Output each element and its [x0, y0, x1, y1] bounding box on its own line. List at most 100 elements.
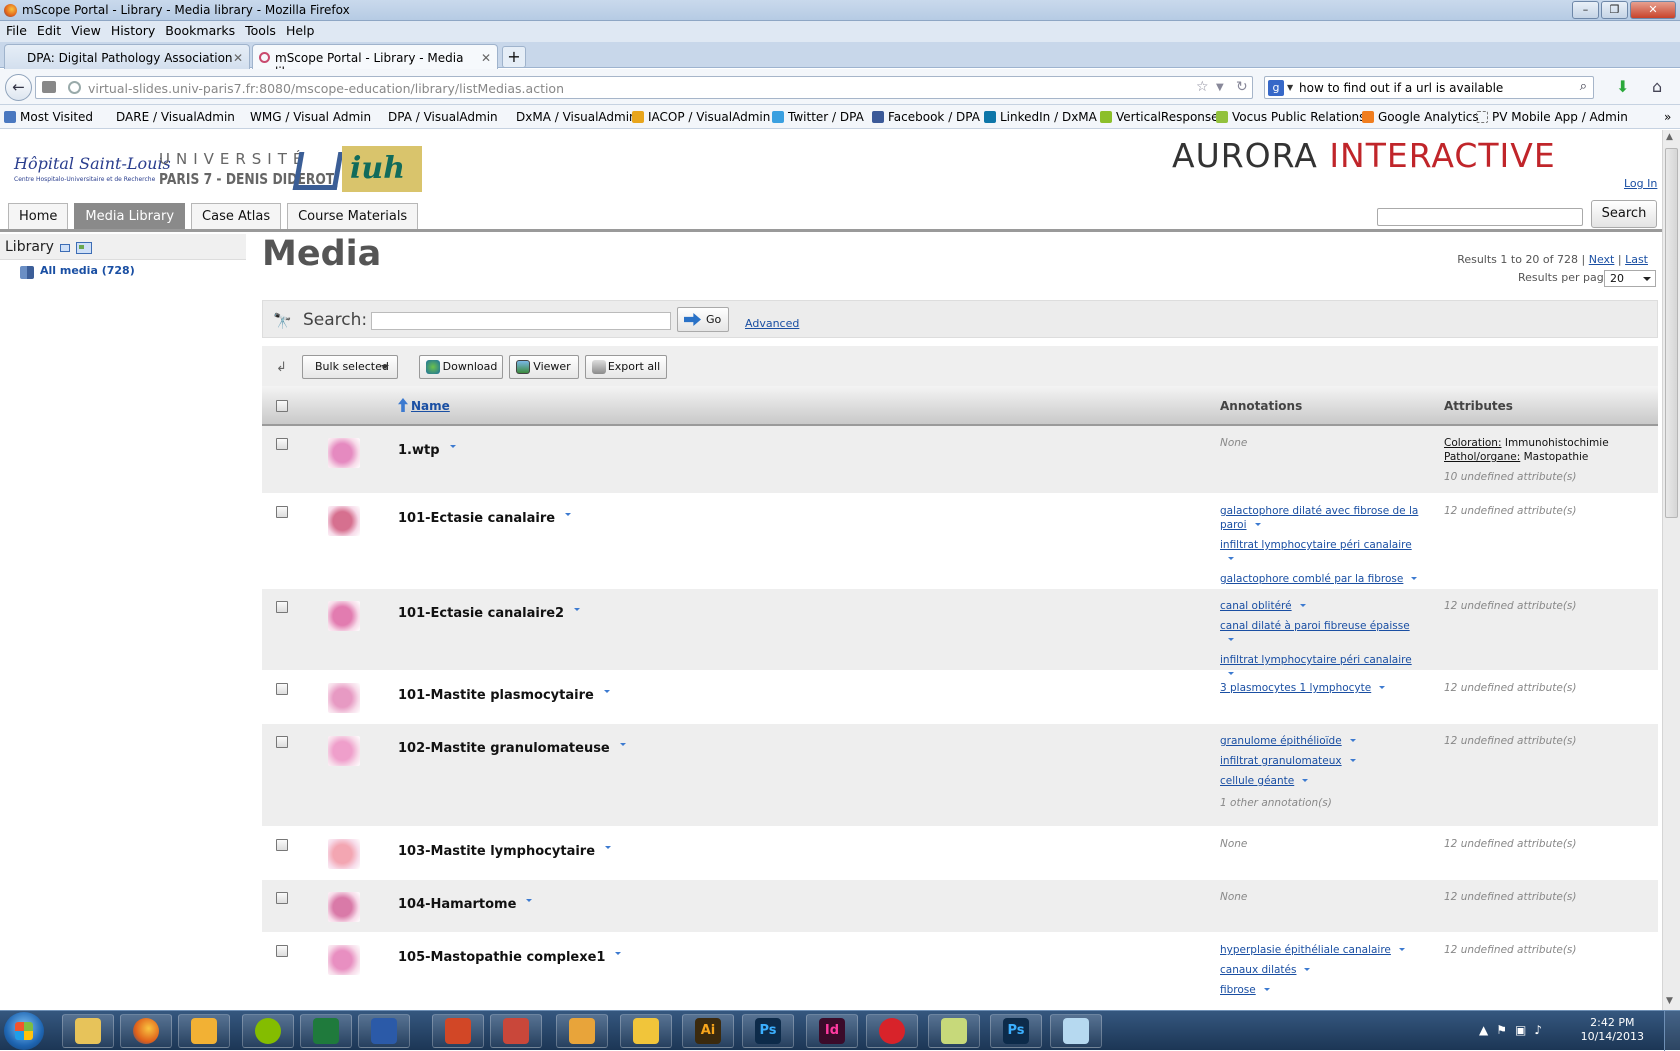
google-icon[interactable]: g	[1268, 80, 1284, 96]
annotation-link[interactable]: canal dilaté à paroi fibreuse épaisse	[1220, 619, 1420, 647]
bookmark-dare[interactable]: DARE / VisualAdmin	[116, 110, 235, 124]
media-name[interactable]: 103-Mastite lymphocytaire	[398, 844, 612, 859]
media-thumbnail[interactable]	[328, 945, 360, 975]
annotation-link[interactable]: fibrose	[1220, 983, 1420, 997]
bookmark-verticalresponse[interactable]: VerticalResponse	[1100, 110, 1219, 124]
next-page-link[interactable]: Next	[1589, 253, 1615, 266]
web-search-box[interactable]: g ▼ how to find out if a url is availabl…	[1264, 76, 1594, 99]
taskbar-acrobat-reader[interactable]	[866, 1014, 918, 1048]
tab-media-library[interactable]: Media Library	[74, 203, 186, 229]
start-button[interactable]	[4, 1012, 44, 1050]
row-checkbox[interactable]	[276, 839, 288, 851]
tab-mscope[interactable]: mScope Portal - Library - Media library …	[252, 44, 498, 79]
menu-file[interactable]: File	[4, 21, 33, 42]
chevron-down-icon[interactable]	[603, 690, 610, 693]
chevron-down-icon[interactable]	[574, 608, 581, 611]
url-dropdown-icon[interactable]: ▼	[1216, 82, 1224, 93]
scroll-thumb[interactable]	[1665, 148, 1678, 518]
taskbar-media-player[interactable]	[556, 1014, 608, 1048]
close-tab-icon[interactable]: ✕	[481, 51, 491, 65]
media-name[interactable]: 101-Mastite plasmocytaire	[398, 688, 610, 703]
close-window-button[interactable]: ✕	[1630, 1, 1676, 19]
chevron-down-icon[interactable]	[605, 846, 612, 849]
annotation-link[interactable]: 3 plasmocytes 1 lymphocyte	[1220, 681, 1420, 695]
bookmark-linkedin[interactable]: LinkedIn / DxMA	[984, 110, 1097, 124]
chevron-down-icon[interactable]	[1228, 557, 1234, 560]
media-name[interactable]: 105-Mastopathie complexe1	[398, 950, 622, 965]
star-bookmark-icon[interactable]: ☆	[1196, 79, 1209, 95]
annotation-link[interactable]: galactophore comblé par la fibrose	[1220, 572, 1420, 586]
media-thumbnail[interactable]	[328, 839, 360, 869]
menu-view[interactable]: View	[69, 21, 107, 42]
menu-help[interactable]: Help	[284, 21, 321, 42]
media-thumbnail[interactable]	[328, 683, 360, 713]
chevron-down-icon[interactable]	[1302, 779, 1309, 782]
engine-dropdown-icon[interactable]: ▼	[1287, 83, 1293, 92]
bookmark-facebook[interactable]: Facebook / DPA	[872, 110, 980, 124]
chevron-down-icon[interactable]	[1398, 948, 1405, 951]
row-checkbox[interactable]	[276, 506, 288, 518]
close-tab-icon[interactable]: ✕	[233, 51, 243, 65]
bookmark-iacop[interactable]: IACOP / VisualAdmin	[632, 110, 770, 124]
taskbar-outlook[interactable]	[178, 1014, 230, 1048]
annotation-link[interactable]: canal oblitéré	[1220, 599, 1420, 613]
chevron-down-icon[interactable]	[615, 952, 622, 955]
taskbar-powerpoint[interactable]	[432, 1014, 484, 1048]
scroll-up-icon[interactable]: ▲	[1666, 132, 1673, 142]
chevron-down-icon[interactable]	[619, 743, 626, 746]
download-button[interactable]: Download	[419, 355, 503, 379]
chevron-down-icon[interactable]	[1304, 968, 1311, 971]
export-all-button[interactable]: Export all	[585, 355, 667, 379]
bookmark-dxma[interactable]: DxMA / VisualAdmin	[516, 110, 637, 124]
chevron-down-icon[interactable]	[565, 513, 572, 516]
taskbar-explorer[interactable]	[62, 1014, 114, 1048]
search-icon[interactable]: ⌕	[1580, 79, 1587, 94]
url-bar[interactable]: virtual-slides.univ-paris7.fr:8080/mscop…	[35, 76, 1253, 99]
bookmark-wmg[interactable]: WMG / Visual Admin	[250, 110, 371, 124]
taskbar-paint[interactable]	[620, 1014, 672, 1048]
bulk-selected-button[interactable]: Bulk selected	[302, 355, 398, 379]
bookmark-google-analytics[interactable]: Google Analytics	[1362, 110, 1479, 124]
tab-dpa[interactable]: DPA: Digital Pathology Association ✕	[4, 44, 250, 69]
taskbar-spotify[interactable]	[242, 1014, 294, 1048]
media-search-input[interactable]	[371, 312, 671, 330]
row-checkbox[interactable]	[276, 438, 288, 450]
tab-home[interactable]: Home	[8, 203, 69, 229]
login-link[interactable]: Log In	[1624, 177, 1657, 190]
tree-icon[interactable]	[76, 242, 92, 254]
bookmarks-overflow-icon[interactable]: »	[1664, 110, 1671, 124]
media-name[interactable]: 1.wtp	[398, 443, 456, 458]
media-name[interactable]: 101-Ectasie canalaire2	[398, 606, 581, 621]
site-search-input[interactable]	[1377, 208, 1583, 226]
bookmark-twitter[interactable]: Twitter / DPA	[772, 110, 864, 124]
annotation-link[interactable]: infiltrat granulomateux	[1220, 754, 1420, 768]
media-thumbnail[interactable]	[328, 736, 360, 766]
scroll-down-icon[interactable]: ▼	[1666, 996, 1673, 1006]
chevron-down-icon[interactable]	[526, 899, 533, 902]
taskbar-folder[interactable]	[928, 1014, 980, 1048]
bookmark-dpa[interactable]: DPA / VisualAdmin	[388, 110, 498, 124]
taskbar-photoshop[interactable]: Ps	[742, 1014, 794, 1048]
reload-icon[interactable]: ↻	[1236, 79, 1248, 95]
tab-course-materials[interactable]: Course Materials	[287, 203, 419, 229]
sort-by-name-link[interactable]: Name	[398, 398, 450, 413]
media-name[interactable]: 104-Hamartome	[398, 897, 533, 912]
menu-edit[interactable]: Edit	[35, 21, 67, 42]
row-checkbox[interactable]	[276, 601, 288, 613]
chevron-down-icon[interactable]	[1349, 739, 1356, 742]
bookmark-vocus[interactable]: Vocus Public Relations	[1216, 110, 1365, 124]
menu-bookmarks[interactable]: Bookmarks	[163, 21, 241, 42]
row-checkbox[interactable]	[276, 736, 288, 748]
collapse-icon[interactable]	[60, 244, 70, 252]
minimize-button[interactable]: –	[1572, 1, 1599, 19]
page-scrollbar[interactable]: ▲ ▼	[1662, 130, 1680, 1010]
site-search-button[interactable]: Search	[1591, 200, 1657, 228]
advanced-search-link[interactable]: Advanced	[745, 317, 799, 330]
annotation-link[interactable]: infiltrat lymphocytaire péri canalaire	[1220, 538, 1420, 566]
media-thumbnail[interactable]	[328, 892, 360, 922]
chevron-down-icon[interactable]	[1299, 604, 1306, 607]
bookmark-pv-mobile[interactable]: PV Mobile App / Admin	[1476, 110, 1628, 124]
go-button[interactable]: Go	[677, 307, 729, 332]
back-button[interactable]: ←	[5, 74, 32, 101]
last-page-link[interactable]: Last	[1625, 253, 1648, 266]
